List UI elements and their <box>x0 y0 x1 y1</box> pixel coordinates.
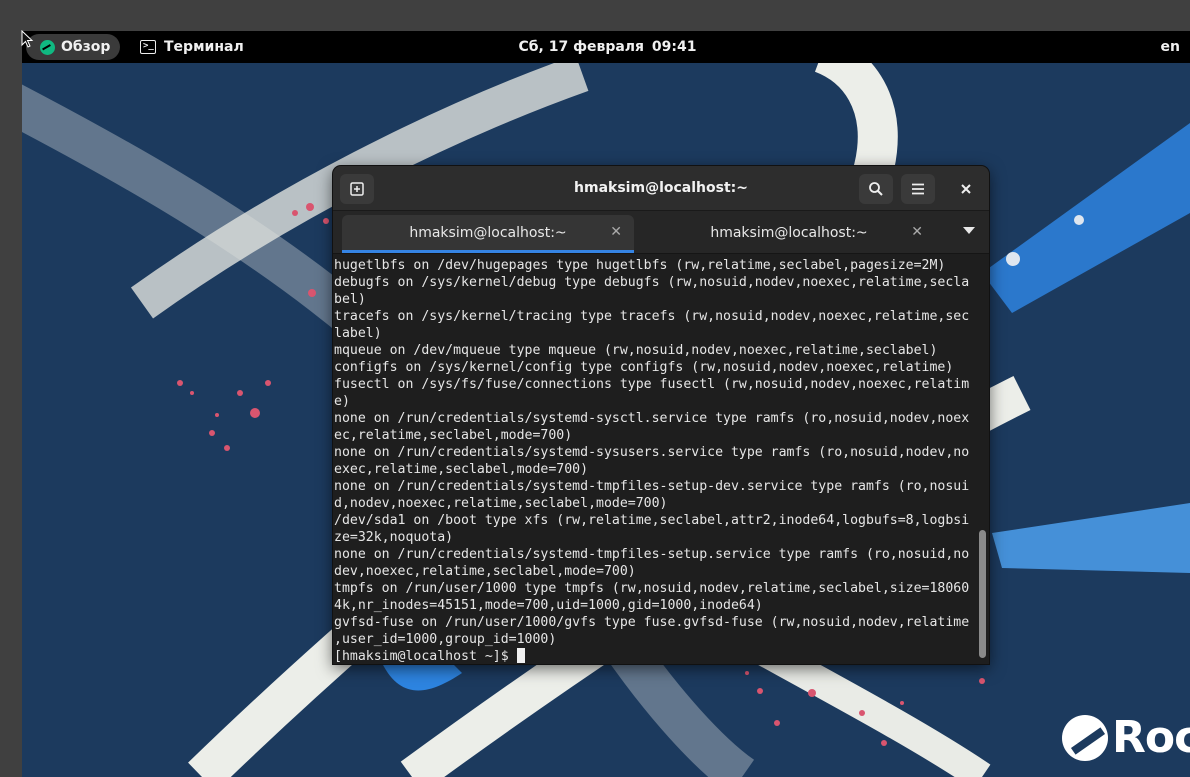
header-bar: hmaksim@localhost:~ <box>333 166 989 211</box>
terminal-output[interactable]: hugetlbfs on /dev/hugepages type hugetlb… <box>333 254 989 664</box>
terminal-line: hugetlbfs on /dev/hugepages type hugetlb… <box>334 258 946 273</box>
terminal-line: fusectl on /sys/fs/fuse/connections type… <box>334 377 970 392</box>
terminal-line: ,user_id=1000,group_id=1000) <box>334 632 557 647</box>
terminal-line: configfs on /sys/kernel/config type conf… <box>334 360 954 375</box>
terminal-text: hugetlbfs on /dev/hugepages type hugetlb… <box>334 257 974 664</box>
terminal-line: /dev/sda1 on /boot type xfs (rw,relatime… <box>334 513 970 528</box>
active-tab-indicator <box>342 250 634 253</box>
tab-list-dropdown-icon[interactable] <box>963 227 975 234</box>
keyboard-layout-indicator[interactable]: en <box>1161 31 1180 63</box>
tab-bar: hmaksim@localhost:~ ✕ hmaksim@localhost:… <box>333 211 989 254</box>
terminal-line: none on /run/credentials/systemd-sysctl.… <box>334 411 970 426</box>
terminal-window: hmaksim@localhost:~ hmaksim@localhost:~ … <box>333 166 989 664</box>
terminal-line: none on /run/credentials/systemd-sysuser… <box>334 445 970 460</box>
screen-border-top <box>0 0 1190 31</box>
terminal-line: ec,relatime,seclabel,mode=700) <box>334 428 573 443</box>
tab-close-icon[interactable]: ✕ <box>911 224 923 240</box>
rocky-logo-text: Roc <box>1112 712 1190 763</box>
terminal-line: e) <box>334 394 350 409</box>
close-window-button[interactable] <box>951 174 981 204</box>
terminal-line: tmpfs on /run/user/1000 type tmpfs (rw,n… <box>334 581 970 596</box>
terminal-line: mqueue on /dev/mqueue type mqueue (rw,no… <box>334 343 938 358</box>
hamburger-menu-icon <box>912 183 924 195</box>
date-label: Сб, 17 февраля <box>518 39 645 55</box>
date-time-menu[interactable]: Сб, 17 февраля 09:41 <box>22 31 1190 63</box>
terminal-line: label) <box>334 326 382 341</box>
terminal-line: 4k,nr_inodes=45151,mode=700,uid=1000,gid… <box>334 598 763 613</box>
tab-terminal-1[interactable]: hmaksim@localhost:~ ✕ <box>342 215 634 251</box>
screen-border-left <box>0 31 22 777</box>
terminal-line: dev,noexec,relatime,seclabel,mode=700) <box>334 564 636 579</box>
main-menu-button[interactable] <box>901 174 935 204</box>
mouse-pointer-icon <box>21 30 34 48</box>
shell-prompt: [hmaksim@localhost ~]$ <box>334 649 517 664</box>
scrollbar[interactable] <box>979 530 986 658</box>
terminal-line: exec,relatime,seclabel,mode=700) <box>334 462 589 477</box>
terminal-prompt-line: [hmaksim@localhost ~]$ <box>334 648 974 664</box>
tab-label: hmaksim@localhost:~ <box>409 225 567 241</box>
close-icon <box>961 184 971 194</box>
search-icon <box>869 182 883 196</box>
terminal-line: ze=32k,noquota) <box>334 530 454 545</box>
terminal-line: none on /run/credentials/systemd-tmpfile… <box>334 479 970 494</box>
tab-terminal-2[interactable]: hmaksim@localhost:~ ✕ <box>643 215 935 251</box>
top-bar: Обзор >_ Терминал Сб, 17 февраля 09:41 e… <box>22 31 1190 63</box>
terminal-line: debugfs on /sys/kernel/debug type debugf… <box>334 275 970 290</box>
tab-label: hmaksim@localhost:~ <box>710 225 868 241</box>
terminal-line: gvfsd-fuse on /run/user/1000/gvfs type f… <box>334 615 970 630</box>
rocky-linux-logo: Roc <box>1062 712 1190 763</box>
time-label: 09:41 <box>651 39 697 55</box>
text-cursor <box>516 648 525 663</box>
rocky-logo-mark-icon <box>1062 714 1108 761</box>
terminal-line: d,nodev,noexec,relatime,seclabel,mode=70… <box>334 496 668 511</box>
terminal-line: bel) <box>334 292 366 307</box>
terminal-line: none on /run/credentials/systemd-tmpfile… <box>334 547 970 562</box>
search-button[interactable] <box>859 174 893 204</box>
tab-close-icon[interactable]: ✕ <box>610 224 622 240</box>
terminal-line: tracefs on /sys/kernel/tracing type trac… <box>334 309 970 324</box>
